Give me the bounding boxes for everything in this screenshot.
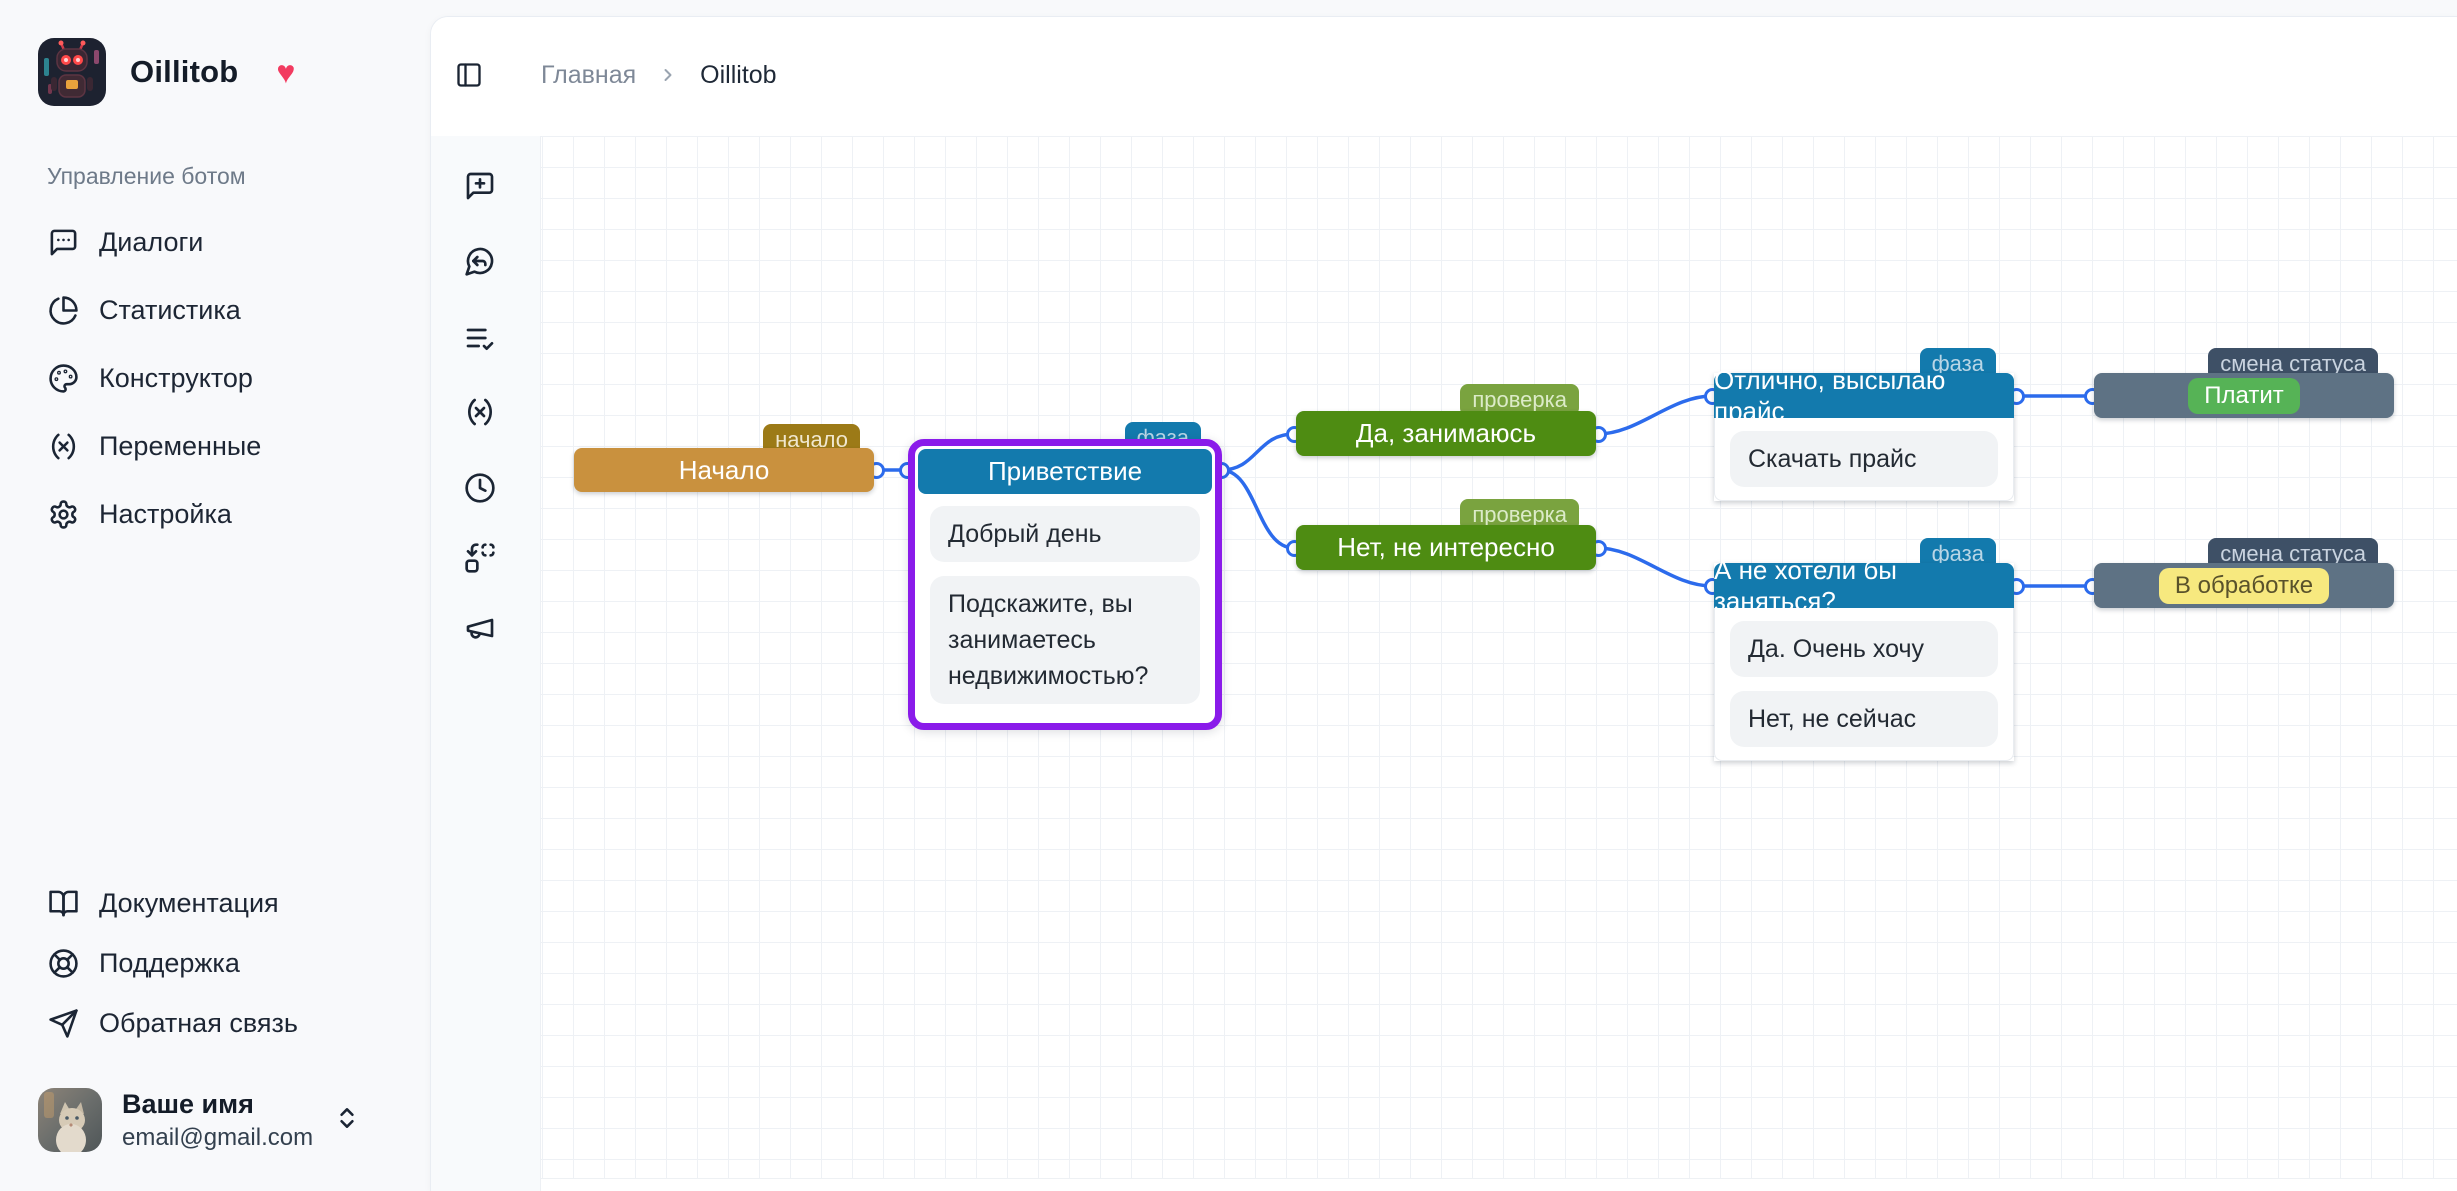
node-header[interactable]: Приветствие xyxy=(918,449,1212,494)
node-toolbar xyxy=(431,136,541,1191)
list-check-icon xyxy=(464,322,496,354)
breadcrumb: Главная Oillitob xyxy=(541,61,777,90)
main-header: Главная Oillitob xyxy=(431,17,2457,136)
flow-node-greeting-selected[interactable]: Приветствие Добрый день Подскажите, вы з… xyxy=(908,439,1222,730)
status-pill: В обработке xyxy=(2159,568,2329,604)
add-broadcast-node-button[interactable] xyxy=(464,612,496,644)
node-title: Отлично, высылаю прайс xyxy=(1714,365,2014,427)
variable-icon xyxy=(464,396,496,428)
edge-greeting-yes xyxy=(1221,434,1294,470)
sidebar-item-constructor[interactable]: Конструктор xyxy=(30,348,410,408)
flow-edges xyxy=(541,136,2457,1191)
message-bubble[interactable]: Нет, не сейчас xyxy=(1730,691,1998,747)
flow-node-price[interactable]: Отлично, высылаю прайс Скачать прайс xyxy=(1714,373,2014,501)
edge-yes-price xyxy=(1598,396,1712,434)
bot-name: Oillitob xyxy=(130,54,238,90)
node-messages: Да. Очень хочу Нет, не сейчас xyxy=(1714,608,2014,761)
book-open-icon xyxy=(48,888,79,919)
user-email: email@gmail.com xyxy=(122,1124,313,1152)
palette-icon xyxy=(48,363,79,394)
breadcrumb-current: Oillitob xyxy=(700,61,776,90)
node-title: Приветствие xyxy=(988,456,1142,487)
sidebar-item-support[interactable]: Поддержка xyxy=(30,933,410,993)
life-buoy-icon xyxy=(48,948,79,979)
flow-node-start[interactable]: Начало xyxy=(574,448,874,492)
pie-chart-icon xyxy=(48,295,79,326)
bot-brand: Oillitob ♥ xyxy=(38,38,295,106)
send-icon xyxy=(48,1008,79,1039)
node-messages: Добрый день Подскажите, вы занимаетесь н… xyxy=(918,494,1212,720)
node-messages: Скачать прайс xyxy=(1714,418,2014,501)
replace-icon xyxy=(464,542,496,574)
robot-avatar-image xyxy=(38,38,106,106)
add-variable-node-button[interactable] xyxy=(464,396,496,428)
sidebar-section-label: Управление ботом xyxy=(47,163,246,190)
message-circle-reply-icon xyxy=(464,245,496,277)
node-header[interactable]: Отлично, высылаю прайс xyxy=(1714,373,2014,418)
sidebar-item-variables[interactable]: Переменные xyxy=(30,416,410,476)
sidebar: Oillitob ♥ Управление ботом Диалоги Стат… xyxy=(0,0,430,1191)
user-name: Ваше имя xyxy=(122,1089,313,1120)
variable-icon xyxy=(48,431,79,462)
node-header[interactable]: А не хотели бы заняться? xyxy=(1714,563,2014,608)
sidebar-item-label: Документация xyxy=(99,888,279,919)
breadcrumb-home-link[interactable]: Главная xyxy=(541,61,636,90)
sidebar-toggle-button[interactable] xyxy=(455,61,485,91)
sidebar-item-statistics[interactable]: Статистика xyxy=(30,280,410,340)
sidebar-item-label: Конструктор xyxy=(99,363,253,394)
flow-node-check-yes[interactable]: Да, занимаюсь xyxy=(1296,411,1596,456)
message-bubble[interactable]: Добрый день xyxy=(930,506,1200,562)
sidebar-item-label: Обратная связь xyxy=(99,1008,298,1039)
canvas-bottom-strip xyxy=(541,1178,2457,1191)
chevrons-up-down-icon[interactable] xyxy=(334,1105,360,1136)
clock-icon xyxy=(464,472,496,504)
panel-left-icon xyxy=(455,61,483,89)
sidebar-item-label: Настройка xyxy=(99,499,232,530)
gear-icon xyxy=(48,499,79,530)
message-bubble[interactable]: Скачать прайс xyxy=(1730,431,1998,487)
node-title: Да, занимаюсь xyxy=(1356,418,1536,449)
bot-avatar xyxy=(38,38,106,106)
sidebar-item-documentation[interactable]: Документация xyxy=(30,873,410,933)
sidebar-item-label: Диалоги xyxy=(99,227,203,258)
edge-greeting-no xyxy=(1221,470,1294,548)
add-message-node-button[interactable] xyxy=(464,170,496,202)
cat-avatar-image xyxy=(38,1088,102,1152)
main-panel: Главная Oillitob xyxy=(430,16,2457,1191)
sidebar-item-dialogs[interactable]: Диалоги xyxy=(30,212,410,272)
flow-canvas[interactable]: начало фаза проверка проверка фаза фаза … xyxy=(541,136,2457,1191)
message-square-plus-icon xyxy=(464,170,496,202)
node-title: А не хотели бы заняться? xyxy=(1714,555,2014,617)
status-pill: Платит xyxy=(2188,378,2299,414)
flow-node-status-processing[interactable]: В обработке xyxy=(2094,563,2394,608)
message-bubble[interactable]: Да. Очень хочу xyxy=(1730,621,1998,677)
heart-icon: ♥ xyxy=(276,54,295,91)
flow-node-engage[interactable]: А не хотели бы заняться? Да. Очень хочу … xyxy=(1714,563,2014,761)
sidebar-item-feedback[interactable]: Обратная связь xyxy=(30,993,410,1053)
message-bubble[interactable]: Подскажите, вы занимаетесь недвижимостью… xyxy=(930,576,1200,704)
edge-no-engage xyxy=(1598,548,1712,586)
add-delay-node-button[interactable] xyxy=(464,472,496,504)
user-info: Ваше имя email@gmail.com xyxy=(122,1089,313,1152)
add-check-node-button[interactable] xyxy=(464,245,496,277)
node-title: Нет, не интересно xyxy=(1337,532,1555,563)
builder-area: начало фаза проверка проверка фаза фаза … xyxy=(431,136,2457,1191)
flow-node-check-no[interactable]: Нет, не интересно xyxy=(1296,525,1596,570)
message-square-more-icon xyxy=(48,227,79,258)
sidebar-item-label: Переменные xyxy=(99,431,261,462)
sidebar-item-label: Статистика xyxy=(99,295,241,326)
user-menu[interactable]: Ваше имя email@gmail.com xyxy=(30,1080,410,1160)
add-status-node-button[interactable] xyxy=(464,542,496,574)
add-list-node-button[interactable] xyxy=(464,322,496,354)
chevron-right-icon xyxy=(658,62,678,90)
sidebar-item-settings[interactable]: Настройка xyxy=(30,484,410,544)
megaphone-icon xyxy=(464,612,496,644)
user-avatar xyxy=(38,1088,102,1152)
app: Oillitob ♥ Управление ботом Диалоги Стат… xyxy=(0,0,2457,1191)
flow-node-status-pays[interactable]: Платит xyxy=(2094,373,2394,418)
node-title: Начало xyxy=(679,455,770,486)
sidebar-item-label: Поддержка xyxy=(99,948,240,979)
